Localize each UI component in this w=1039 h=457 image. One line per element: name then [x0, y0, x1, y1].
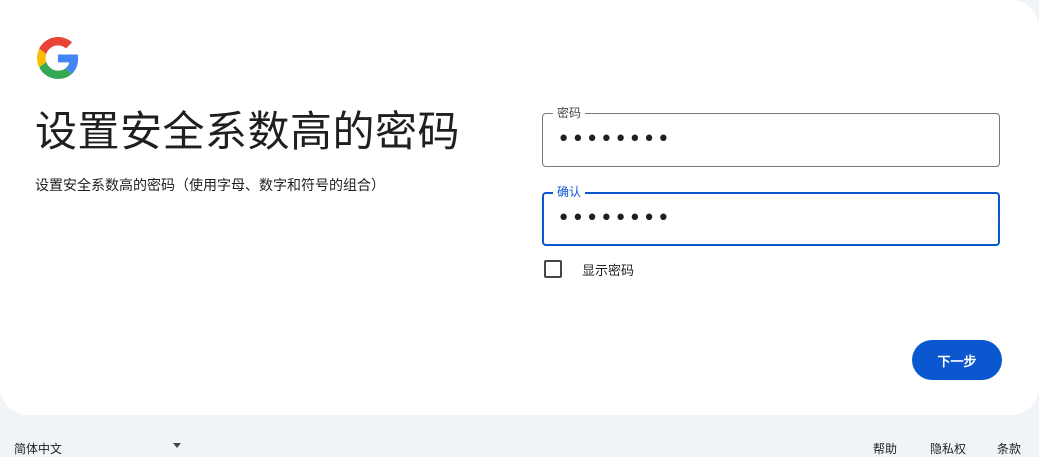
show-password-checkbox[interactable] [544, 260, 562, 278]
dots-icon: · · · [998, 209, 1001, 226]
language-select-value: 简体中文 [14, 442, 63, 456]
next-button[interactable]: 下一步 [912, 340, 1002, 380]
language-select[interactable]: 简体中文 [14, 440, 181, 457]
terms-link[interactable]: 条款 [997, 440, 1021, 457]
password-field-label: 密码 [553, 105, 586, 121]
show-password-toggle[interactable]: 显示密码 [544, 259, 634, 279]
caret-down-icon [173, 443, 181, 448]
privacy-link[interactable]: 隐私权 [930, 440, 966, 457]
confirm-field-label: 确认 [553, 184, 586, 200]
password-field[interactable]: 密码 •••••••• [542, 105, 1000, 167]
confirm-password-field[interactable]: 确认 •••••••• · · · [542, 184, 1001, 246]
show-password-label: 显示密码 [582, 263, 635, 279]
password-input[interactable]: •••••••• [557, 128, 977, 152]
google-g-icon [37, 37, 79, 79]
page-subtitle: 设置安全系数高的密码（使用字母、数字和符号的组合） [35, 178, 385, 194]
signup-card: 设置安全系数高的密码 设置安全系数高的密码（使用字母、数字和符号的组合） 密码 … [0, 0, 1039, 415]
confirm-password-input[interactable]: •••••••• [557, 207, 977, 231]
footer: 简体中文 帮助 隐私权 条款 [0, 415, 1039, 457]
help-link[interactable]: 帮助 [873, 440, 897, 457]
page-title: 设置安全系数高的密码 [35, 107, 461, 156]
